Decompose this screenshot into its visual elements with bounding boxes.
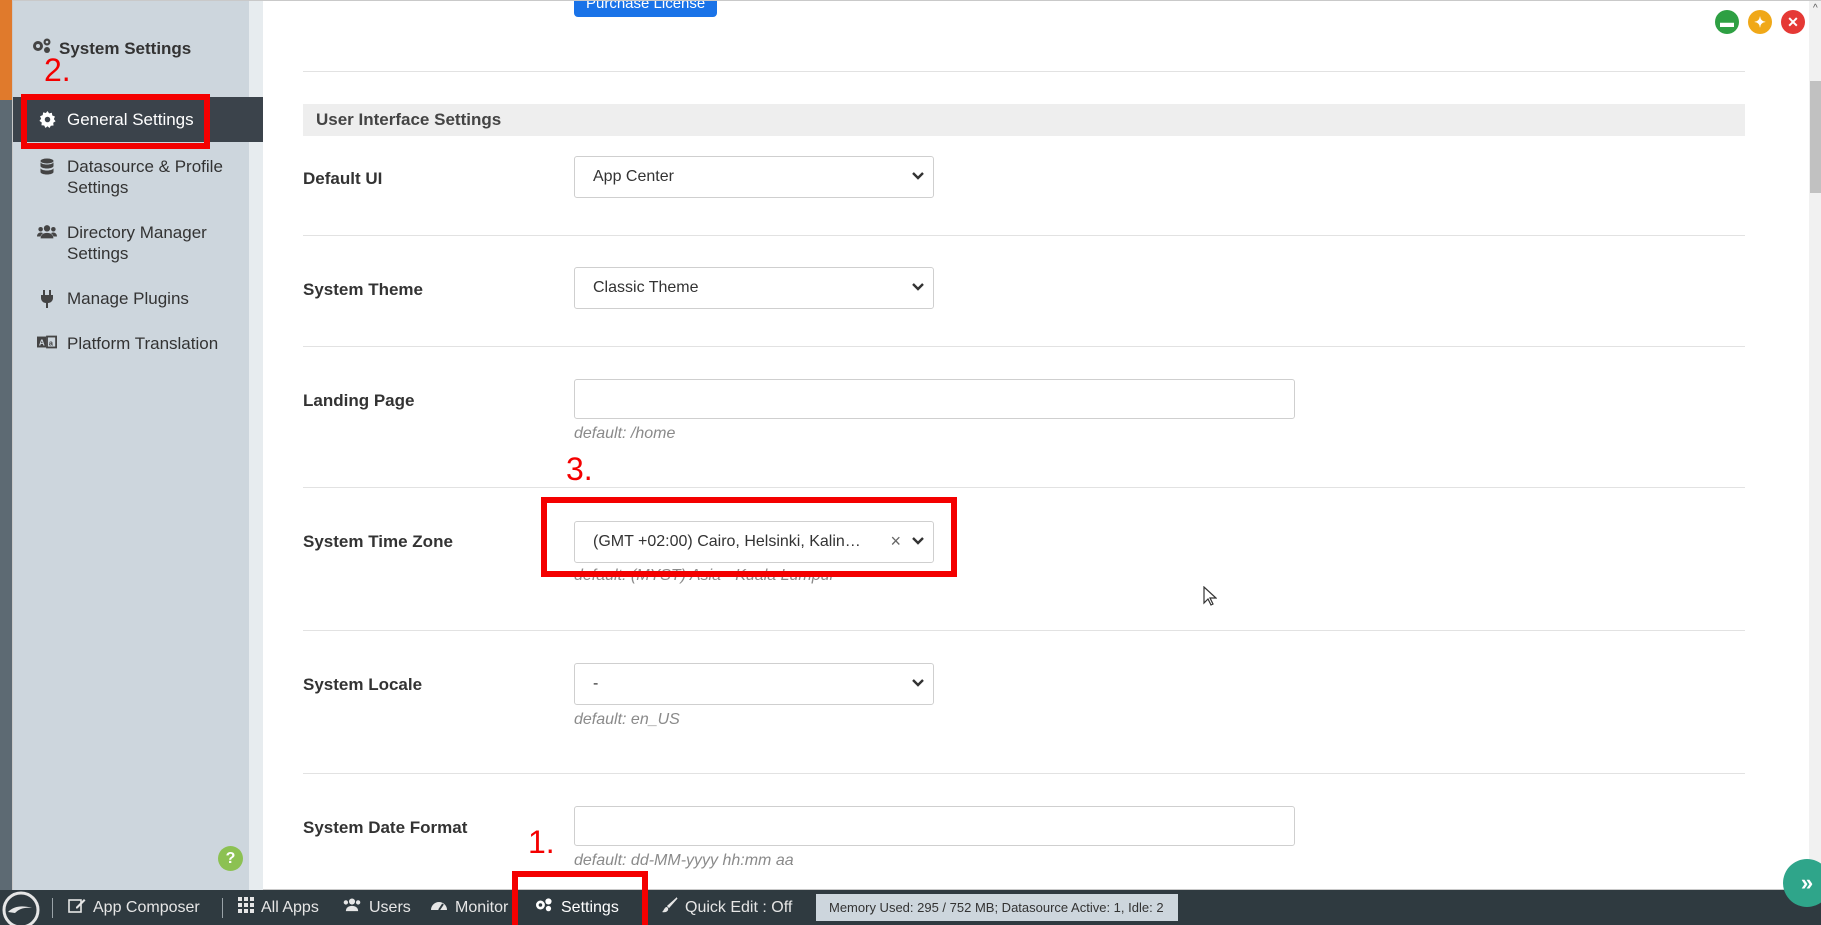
chevron-down-icon [912, 283, 924, 291]
translate-icon: Aa [37, 333, 57, 349]
sidebar-item-label: Datasource & Profile Settings [67, 157, 223, 197]
annotation-box-settings [512, 871, 648, 925]
all-apps-button[interactable]: All Apps [238, 890, 319, 925]
quick-edit-label: Quick Edit : Off [685, 898, 793, 916]
scroll-up-icon[interactable]: ^ [1813, 3, 1818, 14]
plug-icon [37, 288, 57, 308]
users-button[interactable]: Users [342, 890, 411, 925]
annotation-box-time-zone [541, 497, 957, 577]
database-icon [37, 156, 57, 176]
divider [303, 71, 1745, 72]
purchase-license-button[interactable]: Purchase License [574, 1, 718, 17]
default-ui-label: Default UI [303, 169, 383, 188]
landing-page-hint: default: /home [574, 425, 676, 442]
minimize-icon[interactable]: ▬ [1715, 10, 1739, 34]
dashboard-icon [430, 898, 448, 917]
app-composer-label: App Composer [93, 898, 200, 916]
system-theme-value: Classic Theme [593, 279, 699, 296]
monitor-label: Monitor [455, 898, 509, 916]
sidebar-item-label: Platform Translation [67, 334, 219, 353]
sidebar-item-label: Manage Plugins [67, 289, 189, 308]
sidebar-item-platform-translation[interactable]: Aa Platform Translation [13, 323, 263, 364]
sidebar-item-label: Directory Manager Settings [67, 223, 207, 263]
default-ui-select[interactable]: App Center [574, 156, 934, 198]
sidebar-item-directory-manager-settings[interactable]: Directory Manager Settings [13, 212, 263, 274]
section-title: User Interface Settings [303, 104, 1745, 136]
settings-panel: System Settings General Settings Datasou… [12, 0, 1821, 891]
chevron-down-icon [912, 679, 924, 687]
divider [222, 898, 223, 918]
divider [303, 235, 1745, 236]
users-icon [342, 898, 362, 917]
main-content: Purchase License User Interface Settings… [291, 1, 1751, 891]
app-composer-button[interactable]: App Composer [68, 890, 200, 925]
sidebar-item-datasource-profile-settings[interactable]: Datasource & Profile Settings [13, 146, 263, 208]
locale-hint: default: en_US [574, 711, 680, 728]
backdrop-left [0, 0, 12, 890]
system-theme-select[interactable]: Classic Theme [574, 267, 934, 309]
locale-value: - [593, 675, 599, 692]
pin-icon[interactable]: ✦ [1748, 10, 1772, 34]
annotation-step-3: 3. [566, 451, 593, 487]
locale-label: System Locale [303, 675, 423, 694]
users-icon [37, 222, 57, 240]
brush-icon [662, 897, 678, 918]
time-zone-label: System Time Zone [303, 532, 453, 551]
taskbar: App Composer All Apps Users Monitor Sett… [0, 890, 1821, 925]
edit-icon [68, 897, 86, 918]
divider [303, 487, 1745, 488]
grid-icon [238, 897, 254, 918]
svg-text:A: A [39, 339, 45, 348]
scrollbar[interactable] [1809, 1, 1821, 891]
monitor-button[interactable]: Monitor [430, 890, 508, 925]
divider [52, 898, 53, 918]
divider [303, 346, 1745, 347]
date-format-label: System Date Format [303, 818, 468, 837]
locale-select[interactable]: - [574, 663, 934, 705]
scrollbar-thumb[interactable] [1810, 81, 1821, 193]
mouse-cursor-icon [1203, 586, 1217, 606]
memory-status: Memory Used: 295 / 752 MB; Datasource Ac… [816, 894, 1178, 921]
svg-text:a: a [49, 339, 54, 348]
quick-edit-toggle[interactable]: Quick Edit : Off [662, 890, 792, 925]
date-format-input[interactable] [574, 806, 1295, 846]
annotation-step-1: 1. [528, 824, 555, 860]
all-apps-label: All Apps [261, 898, 319, 916]
annotation-step-2: 2. [44, 52, 71, 88]
divider [303, 773, 1745, 774]
users-label: Users [369, 898, 411, 916]
landing-page-input[interactable] [574, 379, 1295, 419]
chevron-down-icon [912, 172, 924, 180]
logo-icon[interactable] [0, 890, 42, 925]
landing-page-label: Landing Page [303, 391, 415, 410]
help-button[interactable]: ? [218, 846, 243, 871]
default-ui-value: App Center [593, 168, 674, 185]
close-icon[interactable]: ✕ [1781, 10, 1805, 34]
system-theme-label: System Theme [303, 280, 423, 299]
sidebar-title-text: System Settings [59, 38, 192, 58]
date-format-hint: default: dd-MM-yyyy hh:mm aa [574, 852, 794, 869]
annotation-box-general-settings [21, 94, 210, 149]
divider [303, 630, 1745, 631]
sidebar-item-manage-plugins[interactable]: Manage Plugins [13, 278, 263, 319]
